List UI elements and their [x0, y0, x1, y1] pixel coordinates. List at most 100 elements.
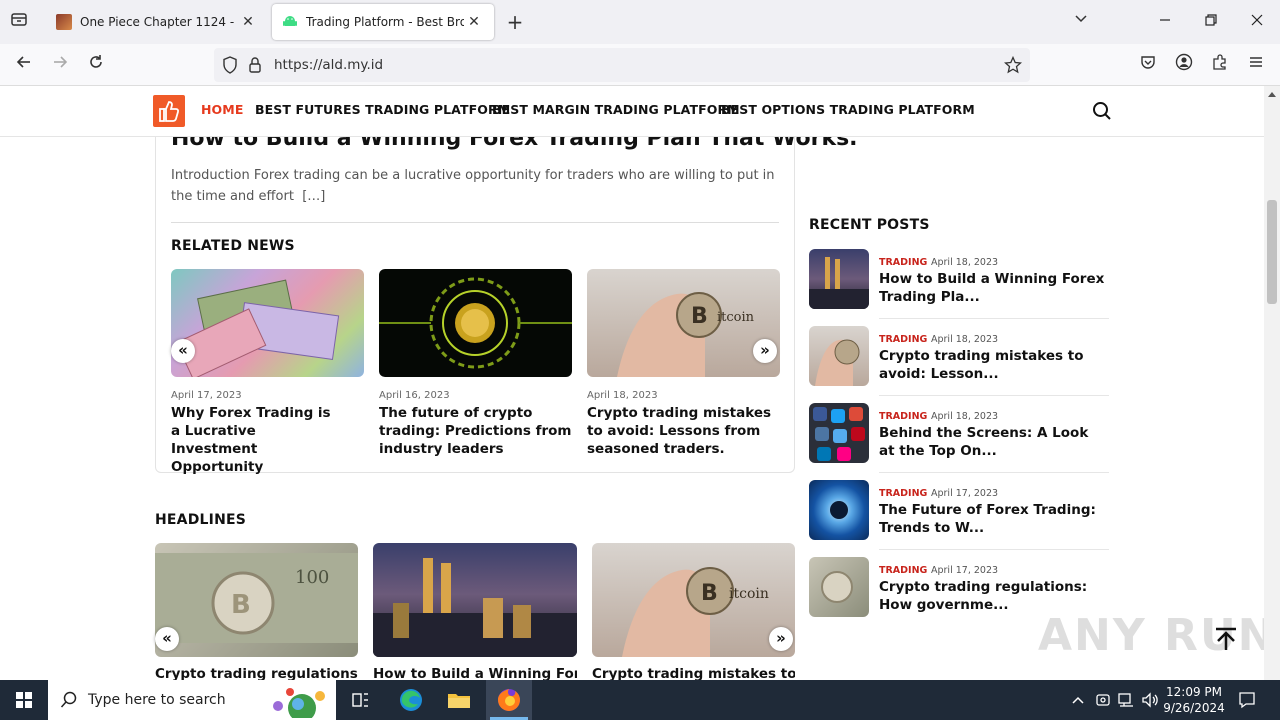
url-text[interactable]: https://ald.my.id [274, 57, 383, 73]
system-clock[interactable]: 12:09 PM 9/26/2024 [1162, 684, 1226, 716]
post-date: April 17, 2023 [931, 488, 999, 499]
menu-best-futures[interactable]: BEST FUTURES TRADING PLATFORM [255, 102, 510, 117]
chevron-down-icon[interactable] [1068, 10, 1094, 34]
svg-text:B: B [701, 581, 718, 606]
menu-home[interactable]: HOME [201, 102, 243, 117]
headlines-prev-button[interactable]: « [155, 627, 179, 651]
restore-window-icon[interactable] [1198, 10, 1224, 34]
recent-post[interactable]: TRADING April 18, 2023 Behind the Screen… [809, 403, 1109, 475]
tab-one-piece[interactable]: One Piece Chapter 1124 - Read ✕ [46, 4, 268, 40]
post-title[interactable]: Behind the Screens: A Look at the Top On… [879, 424, 1107, 460]
post-thumb[interactable] [809, 249, 869, 309]
volume-icon[interactable] [1141, 691, 1159, 713]
windows-start-icon[interactable] [10, 686, 38, 714]
post-title[interactable]: How to Build a Winning Forex Trading Pla… [879, 270, 1107, 306]
account-icon[interactable] [1171, 53, 1197, 77]
recent-post[interactable]: TRADING April 18, 2023 Crypto trading mi… [809, 326, 1109, 398]
recent-post[interactable]: TRADING April 18, 2023 How to Build a Wi… [809, 249, 1109, 321]
related-date: April 16, 2023 [379, 390, 450, 401]
lock-icon[interactable] [248, 56, 262, 78]
related-date: April 18, 2023 [587, 390, 658, 401]
related-next-button[interactable]: » [753, 339, 777, 363]
divider [879, 549, 1109, 550]
related-news-heading: RELATED NEWS [171, 238, 295, 254]
forward-arrow-icon[interactable] [47, 53, 73, 77]
post-thumb[interactable] [809, 557, 869, 617]
site-logo[interactable] [153, 95, 185, 127]
new-tab-button[interactable]: + [502, 10, 528, 34]
menu-best-options[interactable]: BEST OPTIONS TRADING PLATFORM [721, 102, 975, 117]
minimize-window-icon[interactable] [1152, 10, 1178, 34]
read-more-link[interactable]: […] [302, 189, 325, 204]
edge-browser-icon[interactable] [397, 686, 425, 714]
post-category[interactable]: TRADING [879, 411, 927, 422]
post-category[interactable]: TRADING [879, 334, 927, 345]
menu-best-margin[interactable]: BEST MARGIN TRADING PLATFORM [492, 102, 740, 117]
search-placeholder: Type here to search [88, 692, 226, 708]
tab-trading-platform[interactable]: Trading Platform - Best Broker F ✕ [272, 4, 494, 40]
page-scrollbar[interactable] [1264, 86, 1280, 680]
post-date: April 17, 2023 [931, 565, 999, 576]
address-bar[interactable]: https://ald.my.id [214, 48, 1030, 82]
post-title[interactable]: Crypto trading mistakes to avoid: Lesson… [879, 347, 1107, 383]
headline-title[interactable]: Crypto trading mistakes to [592, 666, 795, 680]
clock-time: 12:09 PM [1166, 685, 1222, 699]
related-title[interactable]: Why Forex Trading is a Lucrative Investm… [171, 404, 341, 476]
search-icon[interactable] [1092, 101, 1112, 121]
network-icon[interactable] [1117, 691, 1135, 713]
clock-date: 9/26/2024 [1163, 701, 1225, 715]
pocket-icon[interactable] [1135, 53, 1161, 77]
tab-title: Trading Platform - Best Broker F [306, 15, 464, 29]
close-window-icon[interactable] [1244, 10, 1270, 34]
related-title[interactable]: Crypto trading mistakes to avoid: Lesson… [587, 404, 777, 458]
close-tab-icon[interactable]: ✕ [464, 14, 484, 30]
back-arrow-icon[interactable] [11, 53, 37, 77]
extensions-icon[interactable] [1207, 53, 1233, 77]
meet-now-icon[interactable] [1094, 691, 1112, 713]
task-view-icon[interactable] [346, 686, 374, 714]
article-excerpt: Introduction Forex trading can be a lucr… [171, 165, 781, 207]
recent-post[interactable]: TRADING April 17, 2023 The Future of For… [809, 480, 1109, 552]
post-title[interactable]: Crypto trading regulations: How governme… [879, 578, 1107, 614]
svg-text:B: B [691, 304, 708, 329]
browser-nav-bar: https://ald.my.id [0, 44, 1280, 86]
reload-icon[interactable] [83, 53, 109, 77]
svg-text:B: B [231, 590, 251, 620]
file-explorer-icon[interactable] [445, 686, 473, 714]
related-thumb-crypto-mistakes[interactable]: B itcoin [587, 269, 780, 377]
tab-list-icon[interactable] [6, 10, 32, 34]
bookmark-star-icon[interactable] [1003, 55, 1023, 78]
taskbar-search-box[interactable]: Type here to search [48, 680, 336, 722]
headline-title[interactable]: Crypto trading regulations: [155, 666, 358, 680]
scroll-to-top-icon[interactable] [1213, 626, 1239, 652]
firefox-taskbar-button[interactable] [486, 680, 532, 720]
related-thumb-forex[interactable] [171, 269, 364, 377]
post-thumb[interactable] [809, 326, 869, 386]
post-date: April 18, 2023 [931, 411, 999, 422]
headline-title[interactable]: How to Build a Winning Forex [373, 666, 577, 680]
divider [171, 222, 779, 223]
tab-title: One Piece Chapter 1124 - Read [80, 15, 238, 29]
headlines-next-button[interactable]: » [769, 627, 793, 651]
shield-icon[interactable] [222, 56, 238, 78]
firefox-icon [495, 686, 523, 718]
close-tab-icon[interactable]: ✕ [238, 14, 258, 30]
related-title[interactable]: The future of crypto trading: Prediction… [379, 404, 575, 458]
chevron-up-icon[interactable] [1070, 692, 1086, 712]
headline-thumb-forex-plan[interactable] [373, 543, 577, 657]
headline-thumb-regulations[interactable]: 100 B [155, 543, 358, 657]
post-category[interactable]: TRADING [879, 257, 927, 268]
post-thumb[interactable] [809, 403, 869, 463]
scrollbar-thumb[interactable] [1267, 200, 1277, 304]
post-thumb[interactable] [809, 480, 869, 540]
search-highlight-icon [262, 684, 332, 722]
post-category[interactable]: TRADING [879, 488, 927, 499]
svg-text:itcoin: itcoin [729, 586, 769, 602]
post-title[interactable]: The Future of Forex Trading: Trends to W… [879, 501, 1107, 537]
post-category[interactable]: TRADING [879, 565, 927, 576]
app-menu-icon[interactable] [1243, 53, 1269, 77]
related-prev-button[interactable]: « [171, 339, 195, 363]
notifications-icon[interactable] [1237, 690, 1257, 714]
related-thumb-crypto-future[interactable] [379, 269, 572, 377]
headline-thumb-crypto-mistakes[interactable]: B itcoin [592, 543, 795, 657]
